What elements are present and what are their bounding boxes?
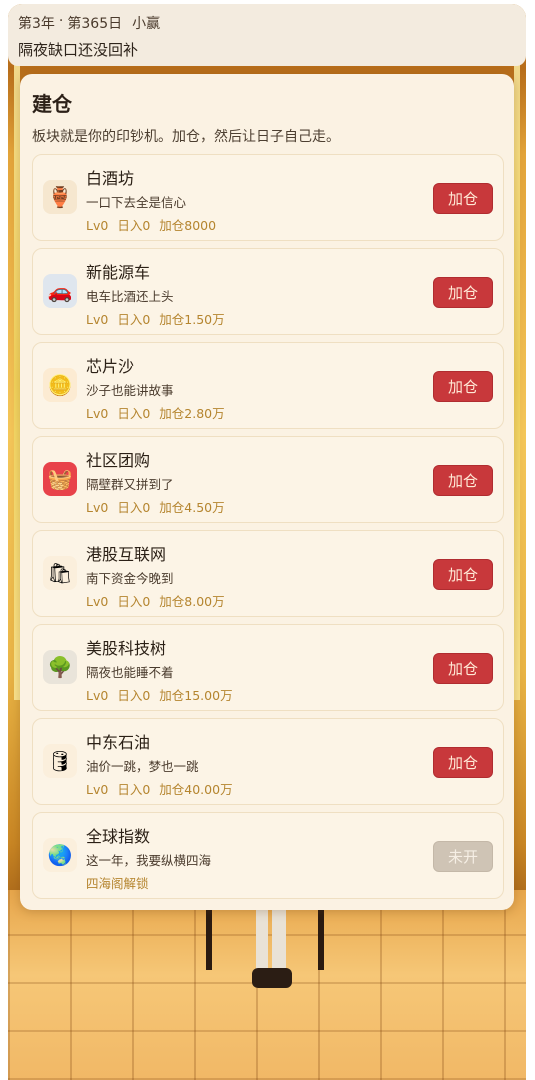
add-position-button[interactable]: 加仓 [433,277,493,308]
sector-description: 隔壁群又拼到了 [86,477,174,492]
upgrade-cost: 加仓8.00万 [159,594,225,609]
sector-description: 隔夜也能睡不着 [86,665,174,680]
sector-card: 🛢 中东石油油价一跳，梦也一跳 Lv0 日入0 加仓40.00万 加仓 [32,718,504,805]
liquor-jar-icon: 🏺 [43,180,77,214]
globe-icon: 🌏 [43,838,77,872]
right-light-strip [514,64,520,700]
sector-name: 中东石油 [86,733,151,752]
sector-description: 油价一跳，梦也一跳 [86,759,199,774]
sector-level: Lv0 [86,782,109,797]
year-label: 第3年 [18,16,55,32]
upgrade-cost: 加仓1.50万 [159,312,225,327]
daily-income: 日入0 [117,782,151,797]
sector-description: 南下资金今晚到 [86,571,174,586]
status-line: 第3年 · 第365日 小赢 [18,13,516,33]
daily-income: 日入0 [117,594,151,609]
character-shoes [252,968,292,988]
daily-income: 日入0 [117,312,151,327]
sector-description: 一口下去全是信心 [86,195,187,210]
status-message: 隔夜缺口还没回补 [18,41,139,59]
sector-name: 社区团购 [86,451,151,470]
sector-level: Lv0 [86,312,109,327]
daily-income: 日入0 [117,500,151,515]
sector-name: 新能源车 [86,263,151,282]
sector-card: 🧺 社区团购隔壁群又拼到了 Lv0 日入0 加仓4.50万 加仓 [32,436,504,523]
sector-description: 沙子也能讲故事 [86,383,174,398]
day-label: 第365日 [67,16,123,32]
sector-description: 这一年，我要纵横四海 [86,853,212,868]
sector-level: Lv0 [86,500,109,515]
separator-dot: · [58,13,64,29]
sector-name: 美股科技树 [86,639,167,658]
sector-description: 电车比酒还上头 [86,289,174,304]
panel-title: 建仓 [32,92,72,116]
sector-name: 白酒坊 [86,169,135,188]
upgrade-cost: 加仓8000 [159,218,217,233]
sector-stats: Lv0 日入0 加仓40.00万 [86,779,242,798]
sector-stats: Lv0 日入0 加仓15.00万 [86,685,242,704]
sector-level: Lv0 [86,218,109,233]
upgrade-cost: 加仓4.50万 [159,500,225,515]
sector-name: 港股互联网 [86,545,167,564]
sector-stats: Lv0 日入0 加仓8.00万 [86,591,234,610]
unlock-requirement: 四海阁解锁 [86,876,149,891]
daily-income: 日入0 [117,688,151,703]
add-position-button[interactable]: 加仓 [433,747,493,778]
stanchion-post [206,910,212,970]
upgrade-cost: 加仓40.00万 [159,782,233,797]
sector-stats: Lv0 日入0 加仓1.50万 [86,309,234,328]
add-position-button[interactable]: 加仓 [433,653,493,684]
sector-level: Lv0 [86,594,109,609]
sector-level: Lv0 [86,688,109,703]
panel-subtitle: 板块就是你的印钞机。加仓，然后让日子自己走。 [32,129,340,145]
sector-list: 🏺 白酒坊一口下去全是信心 Lv0 日入0 加仓8000 加仓 🚗 新能源车电车比酒还上头 Lv… [32,154,504,906]
add-position-button[interactable]: 加仓 [433,465,493,496]
sector-name: 芯片沙 [86,357,135,376]
build-position-panel: 建仓 板块就是你的印钞机。加仓，然后让日子自己走。 🏺 白酒坊一口下去全是信心 Lv… [20,74,514,910]
tree-icon: 🌳 [43,650,77,684]
sector-card: 🛍 港股互联网南下资金今晚到 Lv0 日入0 加仓8.00万 加仓 [32,530,504,617]
locked-button[interactable]: 未开 [433,841,493,872]
add-position-button[interactable]: 加仓 [433,371,493,402]
status-bar: 第3年 · 第365日 小赢 隔夜缺口还没回补 [8,4,526,66]
car-icon: 🚗 [43,274,77,308]
daily-income: 日入0 [117,406,151,421]
sector-stats: Lv0 日入0 加仓4.50万 [86,497,234,516]
sector-stats: Lv0 日入0 加仓2.80万 [86,403,234,422]
sector-stats: Lv0 日入0 加仓8000 [86,215,225,234]
sector-card: 🪙 芯片沙沙子也能讲故事 Lv0 日入0 加仓2.80万 加仓 [32,342,504,429]
sector-card: 🌏 全球指数这一年，我要纵横四海 四海阁解锁 未开 [32,812,504,899]
upgrade-cost: 加仓2.80万 [159,406,225,421]
sector-stats: 四海阁解锁 [86,873,158,892]
shopping-bag-icon: 🛍 [43,556,77,590]
upgrade-cost: 加仓15.00万 [159,688,233,703]
sector-level: Lv0 [86,406,109,421]
player-name: 小赢 [132,16,161,32]
sector-card: 🏺 白酒坊一口下去全是信心 Lv0 日入0 加仓8000 加仓 [32,154,504,241]
shopping-basket-icon: 🧺 [43,462,77,496]
oil-drop-icon: 🛢 [43,744,77,778]
add-position-button[interactable]: 加仓 [433,183,493,214]
chip-coin-icon: 🪙 [43,368,77,402]
character-legs [256,908,286,970]
add-position-button[interactable]: 加仓 [433,559,493,590]
stanchion-post [318,910,324,970]
sector-card: 🌳 美股科技树隔夜也能睡不着 Lv0 日入0 加仓15.00万 加仓 [32,624,504,711]
daily-income: 日入0 [117,218,151,233]
sector-card: 🚗 新能源车电车比酒还上头 Lv0 日入0 加仓1.50万 加仓 [32,248,504,335]
sector-name: 全球指数 [86,827,151,846]
